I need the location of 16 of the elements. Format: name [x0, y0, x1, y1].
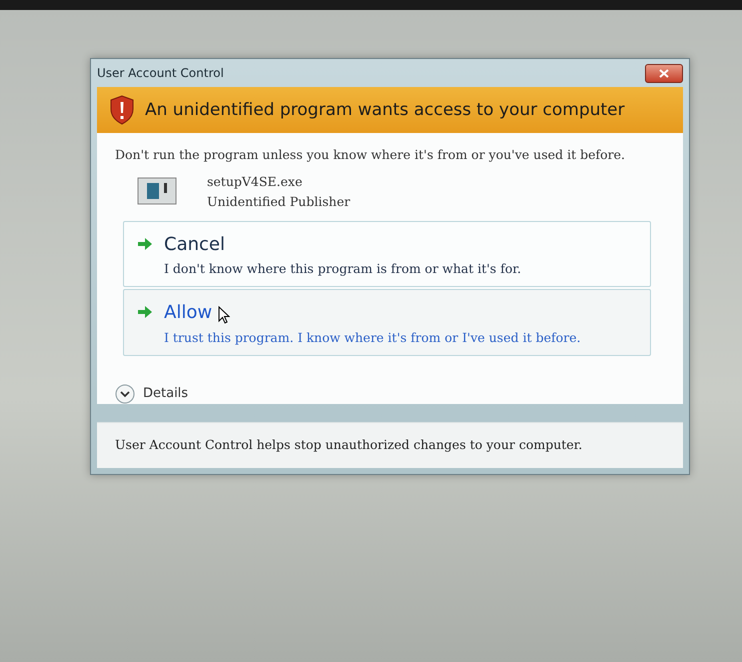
banner-title: An unidentified program wants access to your computer	[145, 100, 625, 120]
close-button[interactable]	[645, 64, 683, 82]
program-name: setupV4SE.exe	[207, 174, 304, 189]
mouse-pointer-icon	[218, 306, 230, 324]
footer-note: User Account Control helps stop unauthorized changes to your computer.	[97, 422, 683, 468]
cancel-option-button[interactable]: Cancel I don't know where this program is from or what it's for.	[123, 220, 651, 287]
program-icon	[137, 177, 177, 206]
allow-option-button[interactable]: Allow I trust this program. I know where it's from or I've used it before.	[123, 288, 651, 356]
arrow-icon	[138, 306, 152, 318]
arrow-icon	[138, 238, 152, 250]
warning-message: Don't run the program unless you know where it's from or you've used it before.	[115, 147, 626, 164]
shield-warning-icon	[109, 95, 135, 125]
publisher-name: Unidentified Publisher	[207, 194, 350, 209]
close-icon	[659, 68, 669, 78]
window-title: User Account Control	[97, 66, 224, 80]
details-toggle[interactable]: Details	[115, 384, 188, 404]
